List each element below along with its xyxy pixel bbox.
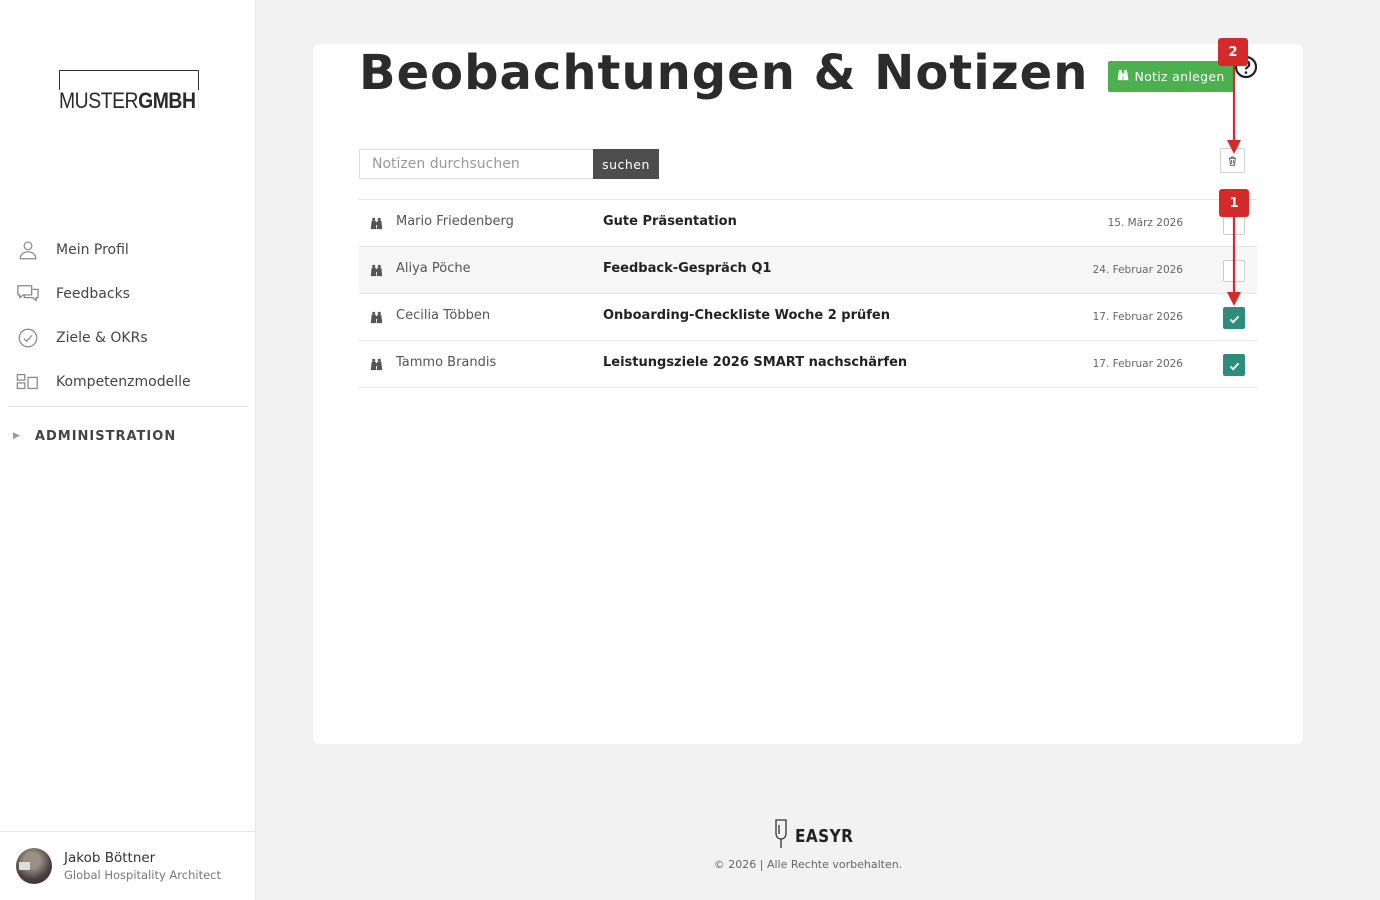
binoculars-icon (1117, 69, 1129, 84)
note-checkbox[interactable] (1223, 307, 1245, 329)
nav-item-label: Ziele & OKRs (56, 330, 148, 346)
delete-button[interactable] (1220, 148, 1245, 173)
note-checkbox[interactable] (1223, 260, 1245, 282)
annotation-badge-1: 1 (1219, 189, 1249, 217)
note-date: 17. Februar 2026 (1092, 311, 1183, 323)
footer-logo: EASYR (772, 818, 864, 854)
nav-item-label: Kompetenzmodelle (56, 374, 191, 390)
notes-card: Beobachtungen & Notizen Notiz anlegen su… (313, 44, 1303, 744)
note-person: Tammo Brandis (396, 355, 497, 370)
note-date: 17. Februar 2026 (1092, 358, 1183, 370)
check-circle-icon (16, 326, 40, 350)
pin-icon (772, 818, 790, 854)
nav-section-administration[interactable]: ▶ ADMINISTRATION (0, 407, 256, 465)
note-subject: Gute Präsentation (603, 214, 737, 229)
check-icon (1229, 356, 1240, 375)
note-subject: Onboarding-Checkliste Woche 2 prüfen (603, 308, 890, 323)
sidebar: MUSTERGMBH Mein Profil Feedbacks Ziele &… (0, 0, 256, 900)
nav-section-label: ADMINISTRATION (34, 428, 177, 444)
page-title: Beobachtungen & Notizen (359, 45, 1089, 101)
logo-text-gmbh: GMBH (138, 88, 196, 113)
note-person: Aliya Pöche (396, 261, 471, 276)
nav-item-ziele-okrs[interactable]: Ziele & OKRs (0, 316, 256, 360)
nav-item-feedbacks[interactable]: Feedbacks (0, 272, 256, 316)
footer-copyright: © 2026 | Alle Rechte vorbehalten. (713, 858, 903, 871)
search-input[interactable] (359, 149, 593, 179)
new-note-label: Notiz anlegen (1134, 69, 1225, 84)
annotation-badge-2: 2 (1218, 38, 1248, 66)
nav-item-kompetenzmodelle[interactable]: Kompetenzmodelle (0, 360, 256, 404)
note-subject: Leistungsziele 2026 SMART nachschärfen (603, 355, 908, 370)
note-row[interactable]: Cecilia Többen Onboarding-Checkliste Woc… (359, 294, 1257, 341)
trash-icon (1228, 151, 1237, 170)
binoculars-icon (370, 215, 383, 234)
note-person: Mario Friedenberg (396, 214, 514, 229)
expand-triangle-icon: ▶ (13, 431, 20, 441)
notes-list: Mario Friedenberg Gute Präsentation 15. … (359, 199, 1257, 388)
company-logo[interactable]: MUSTERGMBH (59, 70, 200, 113)
nav-item-label: Feedbacks (56, 286, 130, 302)
note-date: 15. März 2026 (1107, 217, 1183, 229)
note-subject: Feedback-Gespräch Q1 (603, 261, 772, 276)
note-date: 24. Februar 2026 (1092, 264, 1183, 276)
main-navigation: Mein Profil Feedbacks Ziele & OKRs Kompe… (0, 228, 256, 465)
chat-bubbles-icon (16, 282, 40, 306)
footer-brand: EASYR (795, 825, 854, 847)
nav-item-label: Mein Profil (56, 242, 129, 258)
note-row[interactable]: Mario Friedenberg Gute Präsentation 15. … (359, 200, 1257, 247)
blocks-icon (16, 370, 40, 394)
user-icon (16, 238, 40, 262)
note-row[interactable]: Aliya Pöche Feedback-Gespräch Q1 24. Feb… (359, 247, 1257, 294)
nav-item-mein-profil[interactable]: Mein Profil (0, 228, 256, 272)
search-bar: suchen (359, 149, 659, 179)
note-checkbox[interactable] (1223, 354, 1245, 376)
binoculars-icon (370, 356, 383, 375)
note-row[interactable]: Tammo Brandis Leistungsziele 2026 SMART … (359, 341, 1257, 388)
note-person: Cecilia Többen (396, 308, 491, 323)
logo-text-muster: MUSTER (59, 88, 139, 113)
binoculars-icon (370, 309, 383, 328)
check-icon (1229, 309, 1240, 328)
search-button[interactable]: suchen (593, 149, 659, 179)
binoculars-icon (370, 262, 383, 281)
new-note-button[interactable]: Notiz anlegen (1108, 61, 1234, 92)
